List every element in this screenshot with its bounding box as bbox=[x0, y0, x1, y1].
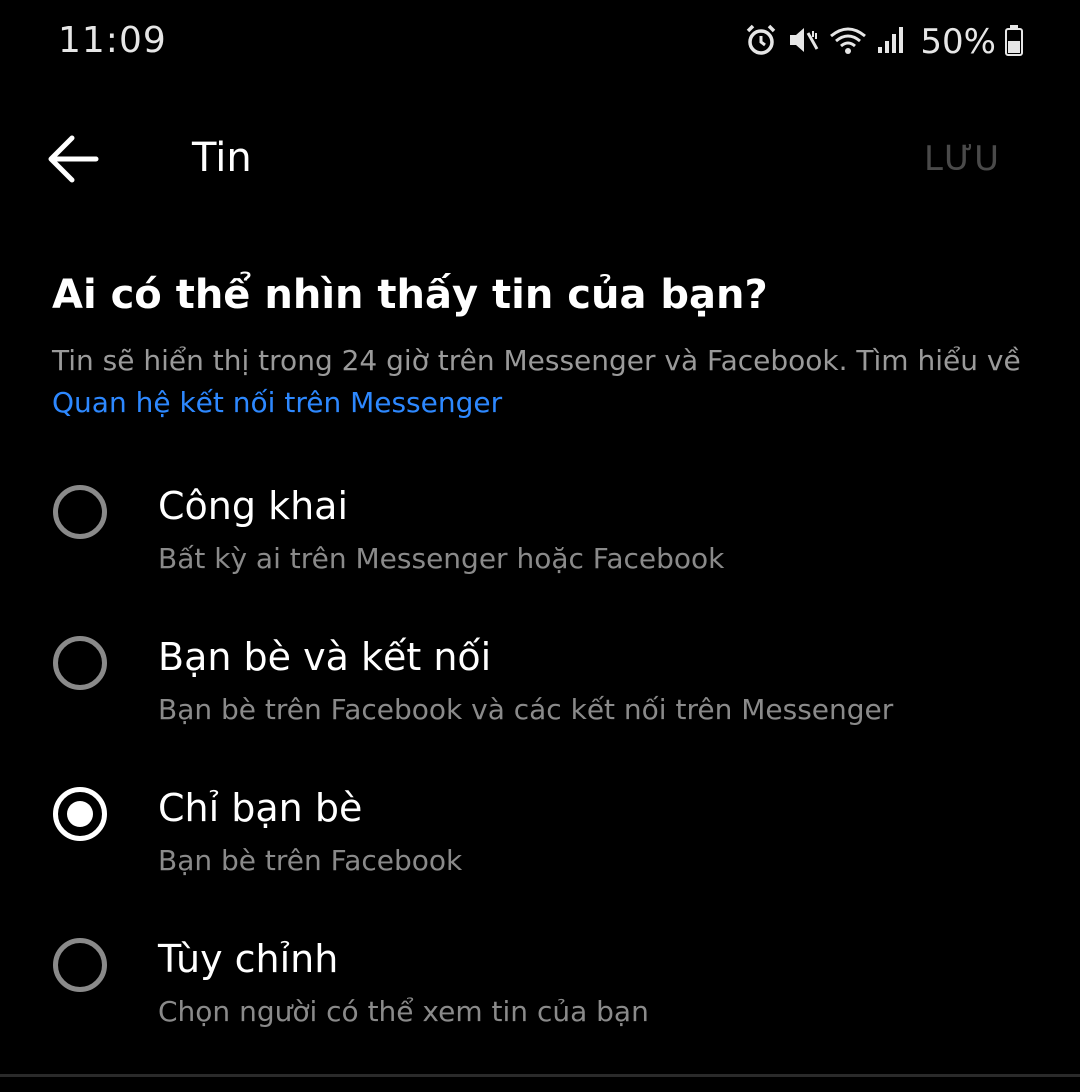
option-friends-only[interactable]: Chỉ bạn bè Bạn bè trên Facebook bbox=[0, 772, 1080, 923]
mute-icon bbox=[786, 23, 820, 61]
option-description: Bạn bè trên Facebook và các kết nối trên… bbox=[158, 693, 894, 726]
back-arrow-icon bbox=[42, 129, 102, 193]
option-friends-and-connections[interactable]: Bạn bè và kết nối Bạn bè trên Facebook v… bbox=[0, 621, 1080, 772]
radio-button[interactable] bbox=[53, 938, 107, 992]
page-title: Tin bbox=[192, 135, 252, 181]
option-description: Bất kỳ ai trên Messenger hoặc Facebook bbox=[158, 542, 725, 575]
app-bar: Tin LƯU bbox=[0, 105, 1080, 215]
save-button[interactable]: LƯU bbox=[924, 139, 1000, 179]
option-title: Bạn bè và kết nối bbox=[158, 635, 492, 679]
battery-icon bbox=[1004, 23, 1024, 61]
option-custom[interactable]: Tùy chỉnh Chọn người có thể xem tin của … bbox=[0, 923, 1080, 1074]
option-title: Chỉ bạn bè bbox=[158, 786, 363, 830]
section-heading: Ai có thể nhìn thấy tin của bạn? bbox=[52, 272, 768, 318]
option-description: Bạn bè trên Facebook bbox=[158, 844, 463, 877]
option-description: Chọn người có thể xem tin của bạn bbox=[158, 995, 649, 1028]
status-bar: 11:09 50% bbox=[0, 0, 1080, 90]
privacy-options: Công khai Bất kỳ ai trên Messenger hoặc … bbox=[0, 470, 1080, 1074]
radio-button[interactable] bbox=[53, 485, 107, 539]
alarm-icon bbox=[744, 23, 778, 61]
status-icons: 50% bbox=[744, 22, 1024, 62]
radio-button[interactable] bbox=[53, 636, 107, 690]
option-title: Công khai bbox=[158, 484, 348, 528]
radio-button-selected[interactable] bbox=[53, 787, 107, 841]
back-button[interactable] bbox=[36, 125, 108, 197]
wifi-icon bbox=[828, 23, 868, 61]
battery-percent: 50% bbox=[920, 22, 996, 62]
messenger-connections-link[interactable]: Quan hệ kết nối trên Messenger bbox=[52, 386, 502, 419]
signal-icon bbox=[876, 23, 906, 61]
divider bbox=[0, 1074, 1080, 1077]
description-text: Tin sẽ hiển thị trong 24 giờ trên Messen… bbox=[52, 344, 1021, 377]
status-time: 11:09 bbox=[58, 20, 167, 61]
option-public[interactable]: Công khai Bất kỳ ai trên Messenger hoặc … bbox=[0, 470, 1080, 621]
option-title: Tùy chỉnh bbox=[158, 937, 339, 981]
section-description: Tin sẽ hiển thị trong 24 giờ trên Messen… bbox=[52, 340, 1032, 424]
